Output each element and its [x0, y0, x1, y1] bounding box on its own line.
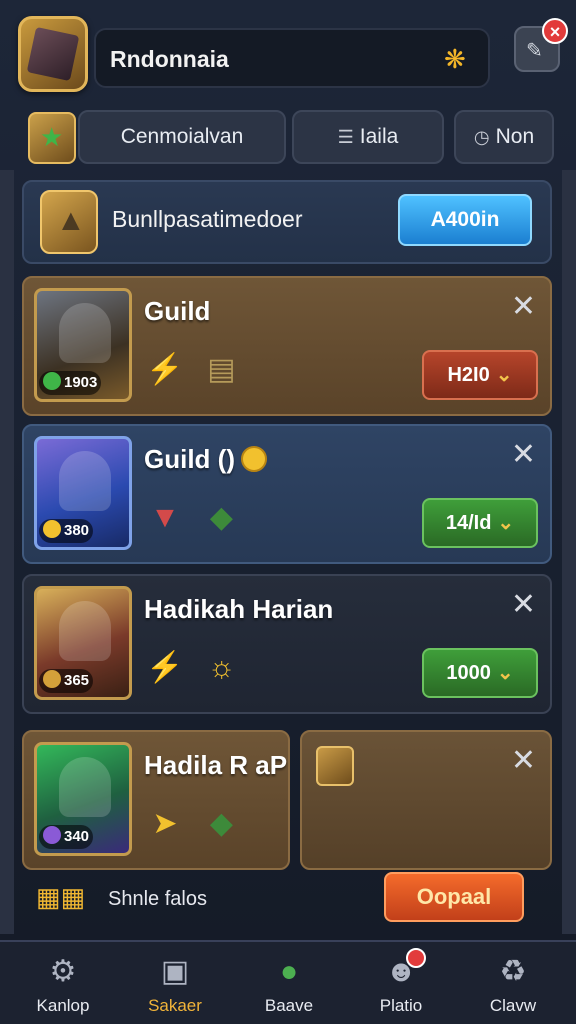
- gear-icon: ⚙: [49, 955, 77, 988]
- scroll-icon: [43, 670, 61, 688]
- list-item: 365 Hadikah Harian ⚡ ☼ ✕ 1000 ⌄: [22, 574, 552, 714]
- nav-item-platio[interactable]: ☻ Platio: [346, 942, 456, 1024]
- list-item: 1903 Guild ⚡ ▤ ✕ H2I0 ⌄: [22, 276, 552, 416]
- chat-icon: ✎: [526, 40, 543, 62]
- header: Rndonnaia ❋: [18, 16, 490, 92]
- reward-icons: ⚡ ▤: [146, 350, 254, 394]
- sun-gear-icon: ☼: [207, 651, 236, 684]
- shield-icon: ▲: [40, 190, 98, 254]
- footer-row: ▦▦ Shnle falos Oopaal: [22, 872, 552, 930]
- close-button[interactable]: ✎ ×: [514, 18, 568, 72]
- right-frame: [562, 170, 576, 934]
- lightning-icon: ⚡: [146, 651, 184, 684]
- chevron-down-icon: ⌄: [495, 364, 513, 386]
- left-frame: [0, 170, 14, 934]
- coin-icon: [240, 446, 267, 472]
- hero-portrait[interactable]: 365: [34, 586, 132, 700]
- hero-portrait[interactable]: 340: [34, 742, 132, 856]
- footer-text: Shnle falos: [108, 888, 207, 910]
- hero-card: 340 Hadila R aP ➤ ◆: [22, 730, 290, 870]
- hero-figure: [59, 757, 111, 817]
- card-title: Guild (): [144, 444, 267, 475]
- tab-bar: ★ Cenmoialvan ☰ Iaila ◷ Non: [22, 108, 554, 168]
- close-icon[interactable]: ✕: [511, 590, 536, 620]
- reward-icons: ▼ ◆: [146, 498, 254, 542]
- hero-stat: 380: [39, 519, 94, 543]
- claim-button[interactable]: 1000 ⌄: [422, 648, 538, 698]
- banner-action-button[interactable]: A400in: [398, 194, 532, 246]
- nav-item-sakaer[interactable]: ▣ Sakaer: [120, 942, 230, 1024]
- footer-action-button[interactable]: Oopaal: [384, 872, 524, 922]
- nav-item-clavw[interactable]: ♻ Clavw: [458, 942, 568, 1024]
- reward-icons: ⚡ ☼: [146, 648, 254, 692]
- hero-stat: 340: [39, 825, 94, 849]
- close-icon[interactable]: ✕: [511, 746, 536, 776]
- gem-icon: [43, 826, 61, 844]
- chevron-down-icon: ⌄: [497, 512, 515, 534]
- coin-icon: [43, 520, 61, 538]
- horn-icon: ➤: [152, 807, 178, 840]
- banner-title: Bunllpasatimedoer: [112, 206, 303, 232]
- tab-label: Non: [495, 125, 535, 148]
- tab-label: Iaila: [359, 125, 399, 148]
- reward-icons: ➤ ◆: [146, 804, 254, 848]
- emblem-crystal-icon: [26, 26, 80, 82]
- tab-cenmoialvan[interactable]: Cenmoialvan: [78, 110, 286, 164]
- hero-portrait[interactable]: 1903: [34, 288, 132, 402]
- list-item: 380 Guild () ▼ ◆ ✕ 14/Id ⌄: [22, 424, 552, 564]
- nav-item-kanlop[interactable]: ⚙ Kanlop: [8, 942, 118, 1024]
- card-title: Hadila R aP: [144, 750, 288, 780]
- hero-figure: [59, 303, 111, 363]
- nav-label: Sakaer: [148, 996, 202, 1015]
- guild-emblem[interactable]: [18, 16, 88, 92]
- list-item: 340 Hadila R aP ➤ ◆ ✕: [22, 730, 552, 870]
- close-icon[interactable]: ✕: [511, 292, 536, 322]
- lightning-shield-icon: ⚡: [146, 353, 184, 386]
- scroll-icon: ▤: [207, 353, 236, 386]
- tab-label: Cenmoialvan: [120, 125, 244, 148]
- chevron-down-icon: ⌄: [496, 662, 514, 684]
- nav-label: Kanlop: [36, 996, 90, 1015]
- chest-icon: [316, 746, 354, 786]
- tab-non[interactable]: ◷ Non: [454, 110, 554, 164]
- nav-label: Platio: [379, 996, 423, 1015]
- claim-button[interactable]: 14/Id ⌄: [422, 498, 538, 548]
- sword-orb-icon: ●: [279, 955, 299, 988]
- card-stack-icon: ☰: [337, 127, 354, 147]
- claim-button[interactable]: H2I0 ⌄: [422, 350, 538, 400]
- leaf-icon: ◆: [209, 807, 233, 840]
- notification-badge: [406, 948, 426, 968]
- gift-icon: ▦▦: [36, 882, 86, 912]
- star-shield-icon: ★: [28, 112, 76, 164]
- hero-stat: 365: [39, 669, 94, 693]
- blade-icon: ▼: [150, 501, 180, 534]
- empty-slot[interactable]: ✕: [300, 730, 552, 870]
- hero-stat: 1903: [39, 371, 102, 395]
- nav-label: Clavw: [489, 996, 537, 1015]
- nav-label: Baave: [264, 996, 314, 1015]
- trash-icon: ♻: [499, 955, 527, 988]
- close-icon[interactable]: ✕: [511, 440, 536, 470]
- crate-icon: ▣: [160, 955, 190, 988]
- hero-portrait[interactable]: 380: [34, 436, 132, 550]
- leaf-icon: ◆: [209, 501, 233, 534]
- tab-iaila[interactable]: ☰ Iaila: [292, 110, 444, 164]
- gem-icon: [43, 372, 61, 390]
- card-title: Guild: [144, 296, 211, 326]
- hero-figure: [59, 451, 111, 511]
- bottom-nav: ⚙ Kanlop ▣ Sakaer ● Baave ☻ Platio ♻ Cla…: [0, 940, 576, 1024]
- hero-figure: [59, 601, 111, 661]
- gold-paw-icon[interactable]: ❋: [444, 44, 474, 74]
- bundle-banner: ▲ Bunllpasatimedoer A400in: [22, 180, 552, 264]
- name-bar: Rndonnaia ❋: [94, 28, 490, 88]
- clock-icon: ◷: [473, 127, 490, 147]
- nav-item-baave[interactable]: ● Baave: [234, 942, 344, 1024]
- page-title: Rndonnaia: [110, 46, 229, 72]
- card-title: Hadikah Harian: [144, 594, 334, 624]
- close-icon[interactable]: ×: [542, 18, 568, 44]
